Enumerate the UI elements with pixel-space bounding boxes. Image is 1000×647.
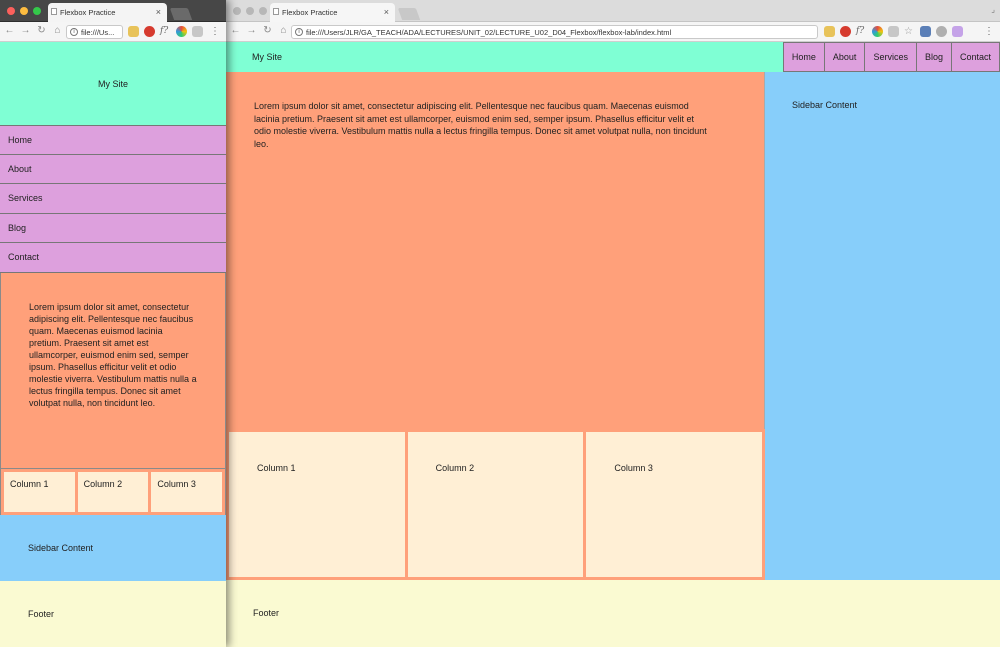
zoom-window-button[interactable]: [259, 7, 267, 15]
function-icon[interactable]: f?: [160, 26, 171, 37]
address-bar[interactable]: i file:///Us...: [66, 25, 123, 39]
window-controls: [233, 7, 267, 15]
info-icon[interactable]: i: [70, 28, 78, 36]
color-picker-icon[interactable]: [176, 26, 187, 37]
site-header: My Site Home About Services Blog Contact: [226, 42, 1000, 72]
tab-title: Flexbox Practice: [282, 8, 338, 17]
site-title: My Site: [97, 78, 128, 89]
column-2: Column 2: [407, 432, 584, 577]
extension-icon[interactable]: [936, 26, 947, 37]
sidebar: Sidebar Content: [765, 72, 1000, 580]
zoom-window-button[interactable]: [33, 7, 41, 15]
address-bar[interactable]: i file:///Users/JLR/GA_TEACH/ADA/LECTURE…: [291, 25, 818, 39]
nav-home[interactable]: Home: [782, 42, 824, 72]
nav-about[interactable]: About: [823, 42, 865, 72]
function-icon[interactable]: f?: [856, 26, 867, 37]
columns-row: Column 1 Column 2 Column 3: [0, 468, 226, 515]
home-icon[interactable]: ⌂: [52, 25, 63, 36]
site-footer: Footer: [0, 580, 226, 647]
nav-contact[interactable]: Contact: [0, 243, 226, 273]
window-controls: [7, 7, 41, 15]
star-icon[interactable]: ☆: [904, 26, 915, 37]
nav-services[interactable]: Services: [0, 184, 226, 214]
back-icon[interactable]: ←: [230, 25, 241, 36]
page-icon: [51, 8, 57, 15]
new-tab-button[interactable]: [397, 8, 421, 20]
forward-icon[interactable]: →: [20, 25, 31, 36]
tab-strip: Flexbox Practice × ⌟: [226, 0, 1000, 22]
site-title: My Site: [252, 52, 283, 62]
browser-toolbar: ← → ↻ ⌂ i file:///Us... f? ⋮: [0, 22, 226, 42]
color-picker-icon[interactable]: [872, 26, 883, 37]
adblock-icon[interactable]: [144, 26, 155, 37]
minimize-window-button[interactable]: [246, 7, 254, 15]
browser-window-desktop: Flexbox Practice × ⌟ ← → ↻ ⌂ i file:///U…: [226, 0, 1000, 647]
column-1: Column 1: [229, 432, 405, 577]
extension-icon[interactable]: [824, 26, 835, 37]
column-2: Column 2: [77, 471, 149, 512]
nav-contact[interactable]: Contact: [950, 42, 1000, 72]
new-tab-button[interactable]: [169, 8, 193, 20]
close-window-button[interactable]: [7, 7, 15, 15]
tab-title: Flexbox Practice: [60, 8, 116, 17]
main-content: Lorem ipsum dolor sit amet, consectetur …: [0, 272, 226, 469]
main-content: Lorem ipsum dolor sit amet, consectetur …: [226, 72, 765, 429]
nav-blog[interactable]: Blog: [0, 213, 226, 243]
home-icon[interactable]: ⌂: [278, 25, 289, 36]
site-nav: Home About Services Blog Contact: [782, 42, 1000, 72]
sidebar: Sidebar Content: [0, 514, 226, 581]
columns-row: Column 1 Column 2 Column 3: [226, 429, 765, 580]
close-tab-icon[interactable]: ×: [156, 7, 161, 17]
extensions-bar: f? ☆: [824, 26, 963, 37]
address-text: file:///Us...: [81, 28, 115, 37]
close-tab-icon[interactable]: ×: [384, 7, 389, 17]
extension-icon[interactable]: [128, 26, 139, 37]
page-viewport: My Site Home About Services Blog Contact…: [226, 42, 1000, 647]
zotero-icon[interactable]: [920, 26, 931, 37]
info-icon[interactable]: i: [295, 28, 303, 36]
camera-icon[interactable]: [192, 26, 203, 37]
browser-tab[interactable]: Flexbox Practice ×: [48, 3, 167, 22]
browser-window-mobile: Flexbox Practice × ← → ↻ ⌂ i file:///Us.…: [0, 0, 226, 647]
nav-about[interactable]: About: [0, 154, 226, 184]
close-window-button[interactable]: [233, 7, 241, 15]
reload-icon[interactable]: ↻: [36, 25, 47, 36]
main-column: Lorem ipsum dolor sit amet, consectetur …: [226, 72, 765, 580]
minimize-window-button[interactable]: [20, 7, 28, 15]
nav-blog[interactable]: Blog: [915, 42, 951, 72]
reload-icon[interactable]: ↻: [262, 25, 273, 36]
column-1: Column 1: [4, 471, 75, 512]
column-3: Column 3: [151, 471, 223, 512]
tab-strip: Flexbox Practice ×: [0, 0, 226, 22]
page-icon: [273, 8, 279, 15]
browser-tab[interactable]: Flexbox Practice ×: [270, 3, 395, 22]
address-text: file:///Users/JLR/GA_TEACH/ADA/LECTURES/…: [306, 28, 672, 37]
back-icon[interactable]: ←: [4, 25, 15, 36]
site-nav: Home About Services Blog Contact: [0, 125, 226, 273]
site-header: My Site: [0, 42, 226, 125]
nav-services[interactable]: Services: [864, 42, 916, 72]
menu-icon[interactable]: ⋮: [210, 26, 220, 37]
nav-home[interactable]: Home: [0, 125, 226, 155]
page-viewport: My Site Home About Services Blog Contact…: [0, 42, 226, 647]
menu-icon[interactable]: ⋮: [984, 26, 994, 37]
column-3: Column 3: [586, 432, 763, 577]
forward-icon[interactable]: →: [246, 25, 257, 36]
content-area: Lorem ipsum dolor sit amet, consectetur …: [226, 72, 1000, 580]
site-footer: Footer: [226, 580, 1000, 647]
camera-icon[interactable]: [888, 26, 899, 37]
browser-toolbar: ← → ↻ ⌂ i file:///Users/JLR/GA_TEACH/ADA…: [226, 22, 1000, 42]
adblock-icon[interactable]: [840, 26, 851, 37]
profile-icon[interactable]: ⌟: [991, 5, 995, 14]
extension-icon[interactable]: [952, 26, 963, 37]
extensions-bar: f?: [128, 26, 203, 37]
